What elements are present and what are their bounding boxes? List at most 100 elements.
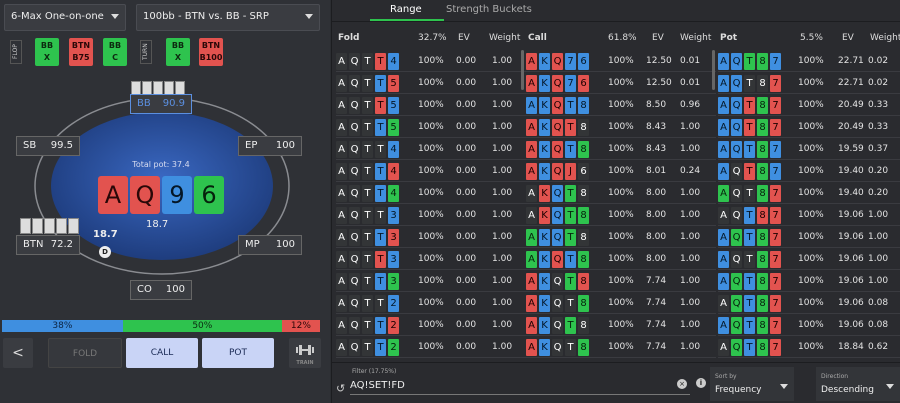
seat-name: EP: [245, 140, 258, 151]
seat-btn[interactable]: BTN 72.2: [16, 235, 80, 255]
range-row[interactable]: A Q T 8 7 100% 19.06 0.08: [718, 292, 900, 314]
seat-mp[interactable]: MP 100: [238, 235, 302, 255]
direction-select[interactable]: Direction Descending: [816, 367, 900, 401]
row-w: 0.33: [868, 100, 889, 110]
reset-icon[interactable]: ↺: [336, 382, 345, 395]
range-row[interactable]: A Q T 8 7 100% 19.06 1.00: [718, 226, 900, 248]
range-row[interactable]: A K Q T 8 100% 8.00 1.00: [526, 226, 716, 248]
bb-hole-cards: [131, 81, 191, 95]
card-chip: 5: [388, 119, 399, 136]
sort-select[interactable]: Sort by Frequency: [710, 367, 794, 401]
range-row[interactable]: A Q T 8 7 100% 20.49 0.33: [718, 116, 900, 138]
action-flop-1[interactable]: BB X: [35, 38, 59, 66]
row-ev: 0.00: [456, 342, 477, 352]
range-row[interactable]: A Q T 8 7 100% 22.71 0.02: [718, 72, 900, 94]
call-col-weight: Weight: [680, 33, 712, 43]
action-flop-3[interactable]: BB C: [103, 38, 127, 66]
pot-button[interactable]: POT: [202, 338, 274, 368]
range-row[interactable]: A Q T 8 7 100% 19.40 0.20: [718, 182, 900, 204]
call-column: A K Q 7 6 100% 12.50 0.01 A K Q 7 6 100% 12.50 0.01 A K Q T…: [526, 50, 716, 360]
range-row[interactable]: A K Q T 8 100% 8.50 0.96: [526, 94, 716, 116]
action-flop-2[interactable]: BTN B75: [69, 38, 93, 66]
range-row[interactable]: A Q T T 3 100% 0.00 1.00: [336, 270, 526, 292]
seat-co[interactable]: CO 100: [130, 280, 192, 300]
seat-sb[interactable]: SB 99.5: [16, 136, 80, 156]
range-row[interactable]: A Q T T 3 100% 0.00 1.00: [336, 248, 526, 270]
range-row[interactable]: A K Q T 8 100% 7.74 1.00: [526, 292, 716, 314]
range-row[interactable]: A Q T 8 7 100% 19.06 1.00: [718, 204, 900, 226]
info-icon[interactable]: i: [696, 378, 706, 388]
card-chip: Q: [552, 53, 563, 70]
range-row[interactable]: A Q T T 2 100% 0.00 1.00: [336, 336, 526, 358]
range-row[interactable]: A Q T T 4 100% 0.00 1.00: [336, 182, 526, 204]
seat-ep[interactable]: EP 100: [238, 136, 302, 156]
card-chip: A: [336, 229, 347, 246]
range-row[interactable]: A Q T 8 7 100% 20.49 0.33: [718, 94, 900, 116]
spot-select-value: 100bb - BTN vs. BB - SRP: [143, 11, 269, 22]
range-row[interactable]: A Q T 8 7 100% 22.71 0.02: [718, 50, 900, 72]
card-chip: T: [744, 207, 755, 224]
filter-input[interactable]: AQ!SET!FD ×: [350, 377, 690, 395]
tab-strength-buckets[interactable]: Strength Buckets: [446, 4, 532, 15]
range-row[interactable]: A Q T T 4 100% 0.00 1.00: [336, 160, 526, 182]
range-row[interactable]: A Q T T 5 100% 0.00 1.00: [336, 116, 526, 138]
range-row[interactable]: A Q T T 4 100% 0.00 1.00: [336, 50, 526, 72]
fold-scrollbar[interactable]: [521, 50, 524, 90]
action-turn-2[interactable]: BTN B100: [199, 38, 223, 66]
row-ev: 20.49: [838, 100, 864, 110]
range-row[interactable]: A K Q J 6 100% 8.01 0.24: [526, 160, 716, 182]
range-row[interactable]: A Q T 8 7 100% 19.59 0.37: [718, 138, 900, 160]
range-row[interactable]: A Q T T 2 100% 0.00 1.00: [336, 314, 526, 336]
range-row[interactable]: A Q T 8 7 100% 19.06 1.00: [718, 270, 900, 292]
action-turn-1[interactable]: BB X: [166, 38, 190, 66]
card-chip: 8: [578, 207, 589, 224]
range-row[interactable]: A K Q T 8 100% 7.74 1.00: [526, 314, 716, 336]
card-chip: T: [565, 317, 576, 334]
card-chip: 7: [770, 141, 781, 158]
card-chip: 5: [388, 97, 399, 114]
tab-range[interactable]: Range: [390, 4, 422, 15]
range-row[interactable]: A Q T 8 7 100% 19.06 0.08: [718, 314, 900, 336]
range-row[interactable]: A K Q 7 6 100% 12.50 0.01: [526, 50, 716, 72]
call-scrollbar[interactable]: [712, 50, 715, 90]
card-chip: T: [565, 119, 576, 136]
range-row[interactable]: A K Q T 8 100% 7.74 1.00: [526, 270, 716, 292]
range-row[interactable]: A Q T 8 7 100% 18.84 0.62: [718, 336, 900, 358]
seat-stack: 100: [275, 140, 295, 151]
card-chip: A: [718, 273, 729, 290]
range-row[interactable]: A Q T 8 7 100% 19.40 0.20: [718, 160, 900, 182]
game-select[interactable]: 6-Max One-on-one: [4, 4, 126, 31]
range-row[interactable]: A K Q T 8 100% 8.43 1.00: [526, 116, 716, 138]
pot-amount: 18.7: [146, 219, 169, 230]
range-row[interactable]: A Q T T 4 100% 0.00 1.00: [336, 138, 526, 160]
range-row[interactable]: A K Q T 8 100% 8.00 1.00: [526, 204, 716, 226]
range-row[interactable]: A K Q T 8 100% 8.43 1.00: [526, 138, 716, 160]
range-row[interactable]: A Q T T 3 100% 0.00 1.00: [336, 226, 526, 248]
card-chip: A: [526, 97, 537, 114]
train-button[interactable]: TRAIN: [289, 338, 321, 368]
row-pct: 100%: [608, 210, 634, 220]
range-row[interactable]: A Q T T 5 100% 0.00 1.00: [336, 94, 526, 116]
range-row[interactable]: A Q T T 5 100% 0.00 1.00: [336, 72, 526, 94]
range-row[interactable]: A Q T 8 7 100% 19.06 1.00: [718, 248, 900, 270]
call-button[interactable]: CALL: [126, 338, 198, 368]
btn-hole-cards: [20, 218, 80, 234]
card-chip: T: [375, 185, 386, 202]
row-pct: 100%: [798, 166, 824, 176]
card-chip: A: [526, 75, 537, 92]
fold-button[interactable]: FOLD: [48, 338, 122, 368]
seat-bb[interactable]: BB 90.9: [130, 94, 192, 114]
back-button[interactable]: <: [3, 338, 33, 368]
clear-icon[interactable]: ×: [677, 379, 687, 389]
range-row[interactable]: A K Q T 8 100% 8.00 1.00: [526, 248, 716, 270]
range-row[interactable]: A K Q 7 6 100% 12.50 0.01: [526, 72, 716, 94]
range-row[interactable]: A K Q T 8 100% 8.00 1.00: [526, 182, 716, 204]
card-chip: 7: [770, 119, 781, 136]
range-row[interactable]: A Q T T 2 100% 0.00 1.00: [336, 292, 526, 314]
range-row[interactable]: A K Q T 8 100% 7.74 1.00: [526, 336, 716, 358]
card-chip: J: [565, 163, 576, 180]
row-pct: 100%: [798, 232, 824, 242]
card-chip: A: [336, 251, 347, 268]
range-row[interactable]: A Q T T 3 100% 0.00 1.00: [336, 204, 526, 226]
spot-select[interactable]: 100bb - BTN vs. BB - SRP: [136, 4, 320, 31]
